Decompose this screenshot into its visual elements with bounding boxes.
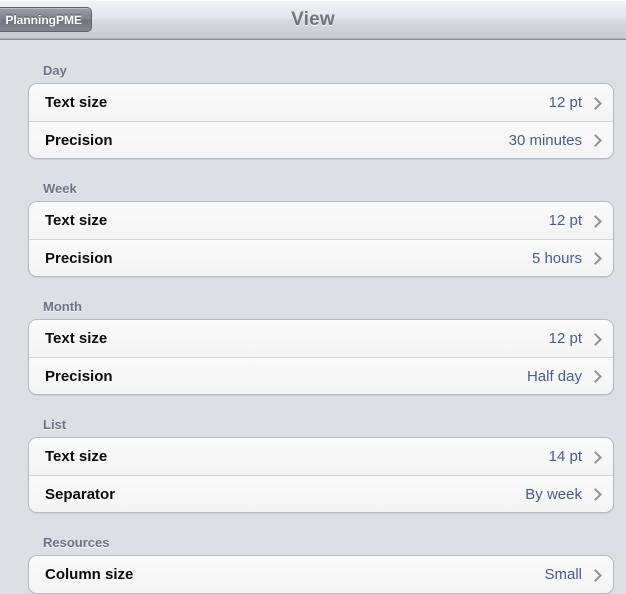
row-label: Precision: [45, 367, 113, 385]
chevron-right-icon: [591, 369, 600, 383]
row-list-separator[interactable]: Separator By week: [29, 475, 613, 512]
section-header-week: Week: [43, 181, 77, 196]
card-resources: Column size Small: [28, 555, 614, 594]
section-header-day: Day: [43, 63, 67, 78]
back-button-label: PlanningPME: [5, 12, 82, 27]
card-week: Text size 12 pt Precision 5 hours: [28, 201, 614, 277]
row-label: Precision: [45, 131, 113, 149]
row-value: 30 minutes: [508, 131, 582, 149]
section-list: List Text size 14 pt Separator By week: [0, 417, 626, 513]
chevron-right-icon: [591, 568, 600, 582]
chevron-right-icon: [591, 214, 600, 228]
row-value: 14 pt: [548, 448, 582, 465]
row-label: Separator: [45, 485, 116, 503]
row-value: Small: [544, 566, 582, 583]
row-label: Precision: [45, 249, 113, 267]
row-value: 12 pt: [548, 212, 582, 229]
row-value: Half day: [526, 367, 582, 385]
row-label: Column size: [45, 566, 134, 583]
section-month: Month Text size 12 pt Precision Half day: [0, 299, 626, 395]
row-label: Text size: [45, 212, 108, 229]
section-day: Day Text size 12 pt Precision 30 minutes: [0, 63, 626, 159]
card-list: Text size 14 pt Separator By week: [28, 437, 614, 513]
section-resources: Resources Column size Small: [0, 535, 626, 594]
row-week-precision[interactable]: Precision 5 hours: [29, 239, 613, 276]
chevron-right-icon: [591, 251, 600, 265]
row-value: By week: [525, 485, 582, 503]
navbar-top-highlight: [0, 0, 626, 1]
row-value: 12 pt: [548, 330, 582, 347]
chevron-right-icon: [591, 487, 600, 501]
section-header-list: List: [43, 417, 67, 432]
page-title: View: [291, 9, 335, 30]
row-label: Text size: [45, 448, 108, 465]
row-day-text-size[interactable]: Text size 12 pt: [29, 84, 613, 121]
card-month: Text size 12 pt Precision Half day: [28, 319, 614, 395]
row-value: 5 hours: [531, 249, 582, 267]
settings-list: Day Text size 12 pt Precision 30 minutes…: [0, 41, 626, 594]
section-header-month: Month: [43, 299, 82, 314]
row-month-precision[interactable]: Precision Half day: [29, 357, 613, 394]
chevron-right-icon: [591, 450, 600, 464]
row-resources-column-size[interactable]: Column size Small: [29, 556, 613, 593]
top-spacer: [0, 41, 626, 63]
chevron-right-icon: [591, 133, 600, 147]
row-week-text-size[interactable]: Text size 12 pt: [29, 202, 613, 239]
row-label: Text size: [45, 94, 108, 111]
row-day-precision[interactable]: Precision 30 minutes: [29, 121, 613, 158]
row-label: Text size: [45, 330, 108, 347]
row-value: 12 pt: [548, 94, 582, 111]
row-month-text-size[interactable]: Text size 12 pt: [29, 320, 613, 357]
chevron-right-icon: [591, 96, 600, 110]
row-list-text-size[interactable]: Text size 14 pt: [29, 438, 613, 475]
card-day: Text size 12 pt Precision 30 minutes: [28, 83, 614, 159]
section-header-resources: Resources: [43, 535, 110, 550]
section-week: Week Text size 12 pt Precision 5 hours: [0, 181, 626, 277]
navigation-bar: PlanningPME View: [0, 0, 626, 40]
chevron-right-icon: [591, 332, 600, 346]
